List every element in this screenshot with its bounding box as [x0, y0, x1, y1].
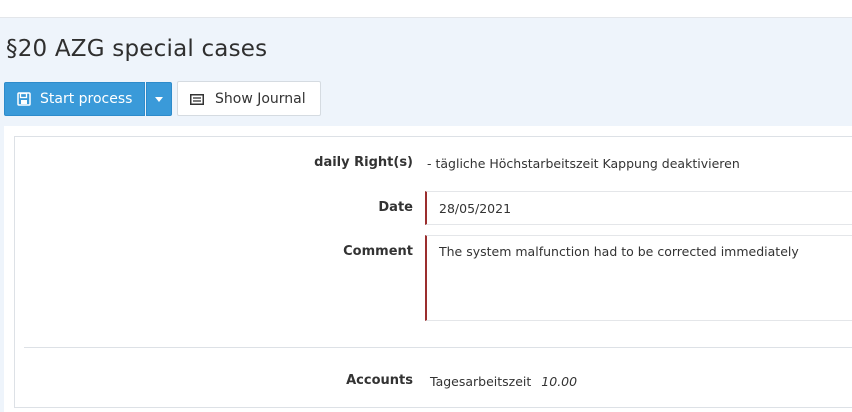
account-name: Tagesarbeitszeit [430, 374, 532, 389]
date-label: Date [378, 200, 413, 215]
comment-textarea[interactable]: The system malfunction had to be correct… [425, 235, 852, 321]
accounts-value: Tagesarbeitszeit 10.00 [430, 374, 577, 389]
divider [24, 347, 852, 348]
list-icon [190, 93, 204, 105]
account-amount: 10.00 [541, 374, 578, 389]
daily-rights-value: - tägliche Höchstarbeitszeit Kappung dea… [427, 156, 740, 171]
page-title: §20 AZG special cases [6, 36, 268, 62]
chevron-down-icon [155, 96, 163, 102]
comment-label: Comment [343, 244, 413, 259]
comment-value: The system malfunction had to be correct… [439, 244, 799, 259]
top-bar [0, 0, 852, 18]
show-journal-button[interactable]: Show Journal [177, 81, 321, 116]
date-field[interactable]: 28/05/2021 [425, 191, 852, 225]
save-icon [17, 92, 31, 106]
start-process-button[interactable]: Start process [4, 82, 145, 116]
start-process-dropdown-toggle[interactable] [146, 82, 172, 116]
show-journal-label: Show Journal [215, 90, 306, 107]
accounts-label: Accounts [346, 373, 413, 388]
start-process-label: Start process [40, 91, 133, 107]
date-value: 28/05/2021 [439, 201, 512, 216]
daily-rights-label: daily Right(s) [314, 155, 413, 170]
